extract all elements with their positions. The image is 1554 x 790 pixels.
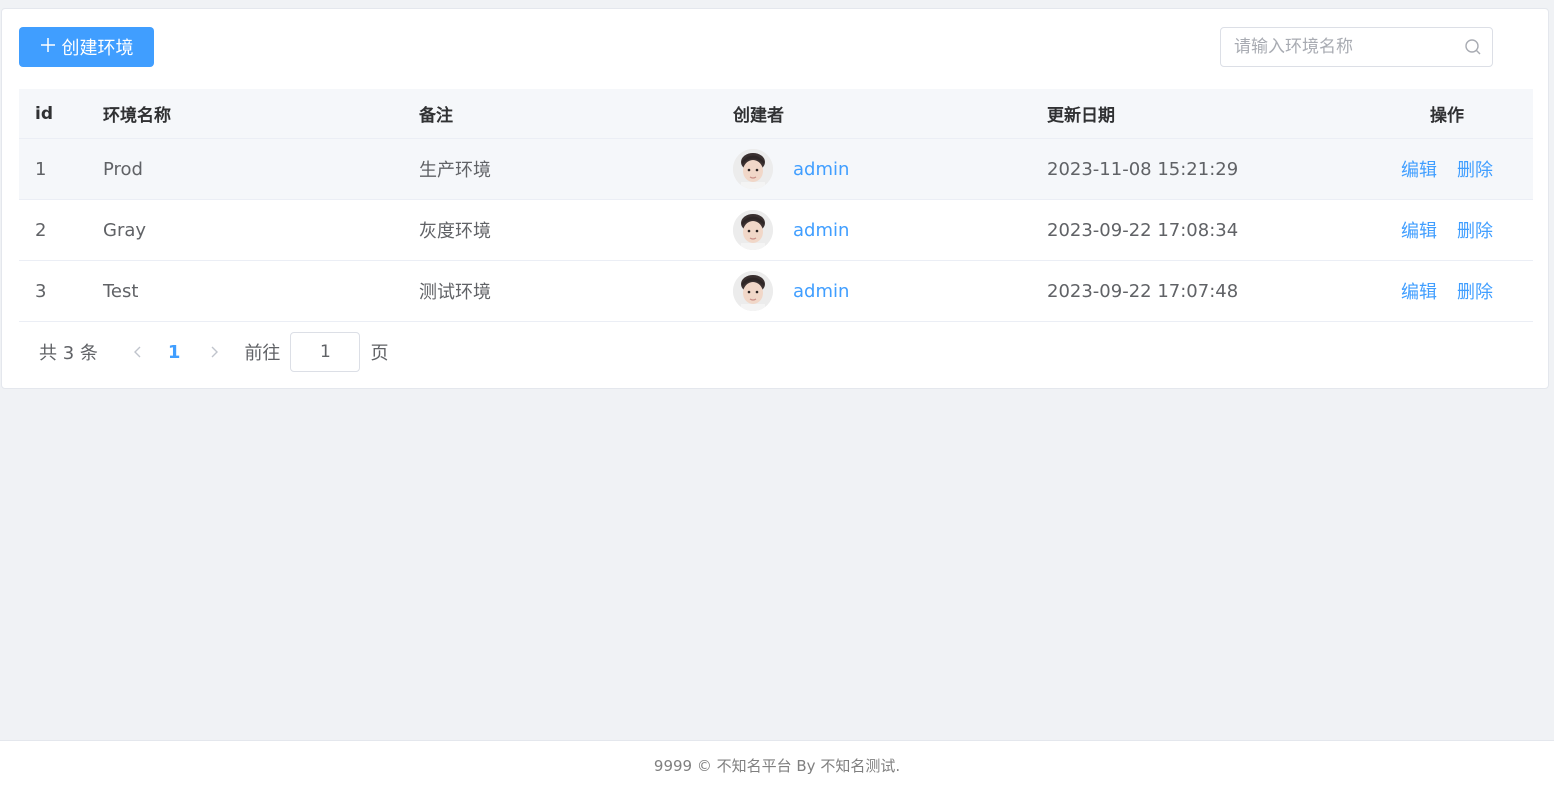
search-box	[1220, 27, 1493, 67]
cell-actions: 编辑 删除	[1361, 156, 1533, 182]
pagination-total: 共 3 条	[39, 343, 98, 364]
creator-name[interactable]: admin	[793, 220, 849, 241]
column-header-name: 环境名称	[103, 106, 171, 126]
environment-card: 创建环境 id 环境名称 备注 创建者 更新日期 操作 1 Prod 生产环境	[1, 8, 1549, 389]
cell-date: 2023-11-08 15:21:29	[1047, 158, 1239, 180]
column-header-id: id	[35, 103, 53, 124]
delete-button[interactable]: 删除	[1457, 278, 1493, 304]
create-environment-button[interactable]: 创建环境	[19, 27, 154, 67]
column-header-creator: 创建者	[733, 106, 784, 126]
edit-button[interactable]: 编辑	[1401, 156, 1437, 182]
plus-icon	[40, 37, 56, 57]
cell-id: 3	[35, 280, 47, 302]
avatar	[733, 210, 773, 250]
environment-table: id 环境名称 备注 创建者 更新日期 操作 1 Prod 生产环境 admin…	[19, 89, 1533, 322]
pagination-goto-label: 前往	[244, 343, 281, 364]
column-header-actions: 操作	[1430, 106, 1464, 126]
table-row: 3 Test 测试环境 admin 2023-09-22 17:07:48 编辑…	[19, 261, 1533, 322]
pagination: 共 3 条 1 前往 页	[19, 331, 619, 373]
pagination-page-suffix: 页	[370, 343, 389, 364]
cell-note: 灰度环境	[419, 221, 491, 242]
cell-creator: admin	[733, 210, 1047, 250]
cell-creator: admin	[733, 271, 1047, 311]
table-header: id 环境名称 备注 创建者 更新日期 操作	[19, 89, 1533, 139]
search-icon[interactable]	[1453, 38, 1492, 56]
delete-button[interactable]: 删除	[1457, 217, 1493, 243]
cell-actions: 编辑 删除	[1361, 278, 1533, 304]
footer-text: 9999 © 不知名平台 By 不知名测试.	[653, 757, 901, 775]
cell-actions: 编辑 删除	[1361, 217, 1533, 243]
edit-button[interactable]: 编辑	[1401, 217, 1437, 243]
creator-name[interactable]: admin	[793, 281, 849, 302]
table-row: 1 Prod 生产环境 admin 2023-11-08 15:21:29 编辑…	[19, 139, 1533, 200]
cell-date: 2023-09-22 17:08:34	[1047, 219, 1239, 241]
cell-name: Prod	[103, 158, 143, 180]
avatar	[733, 271, 773, 311]
edit-button[interactable]: 编辑	[1401, 278, 1437, 304]
cell-name: Gray	[103, 219, 147, 241]
avatar	[733, 149, 773, 189]
creator-name[interactable]: admin	[793, 159, 849, 180]
delete-button[interactable]: 删除	[1457, 156, 1493, 182]
cell-date: 2023-09-22 17:07:48	[1047, 280, 1239, 302]
column-header-date: 更新日期	[1047, 106, 1115, 126]
cell-name: Test	[103, 280, 139, 302]
chevron-left-icon[interactable]	[128, 345, 148, 359]
cell-creator: admin	[733, 149, 1047, 189]
cell-id: 1	[35, 158, 47, 180]
cell-note: 测试环境	[419, 282, 491, 303]
chevron-right-icon[interactable]	[204, 345, 224, 359]
cell-id: 2	[35, 219, 47, 241]
pagination-jump-input[interactable]	[290, 332, 361, 372]
cell-note: 生产环境	[419, 160, 491, 181]
create-button-label: 创建环境	[61, 38, 134, 58]
column-header-note: 备注	[419, 106, 453, 126]
table-row: 2 Gray 灰度环境 admin 2023-09-22 17:08:34 编辑…	[19, 200, 1533, 261]
search-input[interactable]	[1221, 28, 1453, 66]
footer: 9999 © 不知名平台 By 不知名测试.	[0, 740, 1554, 790]
pagination-page-current[interactable]: 1	[168, 342, 181, 363]
